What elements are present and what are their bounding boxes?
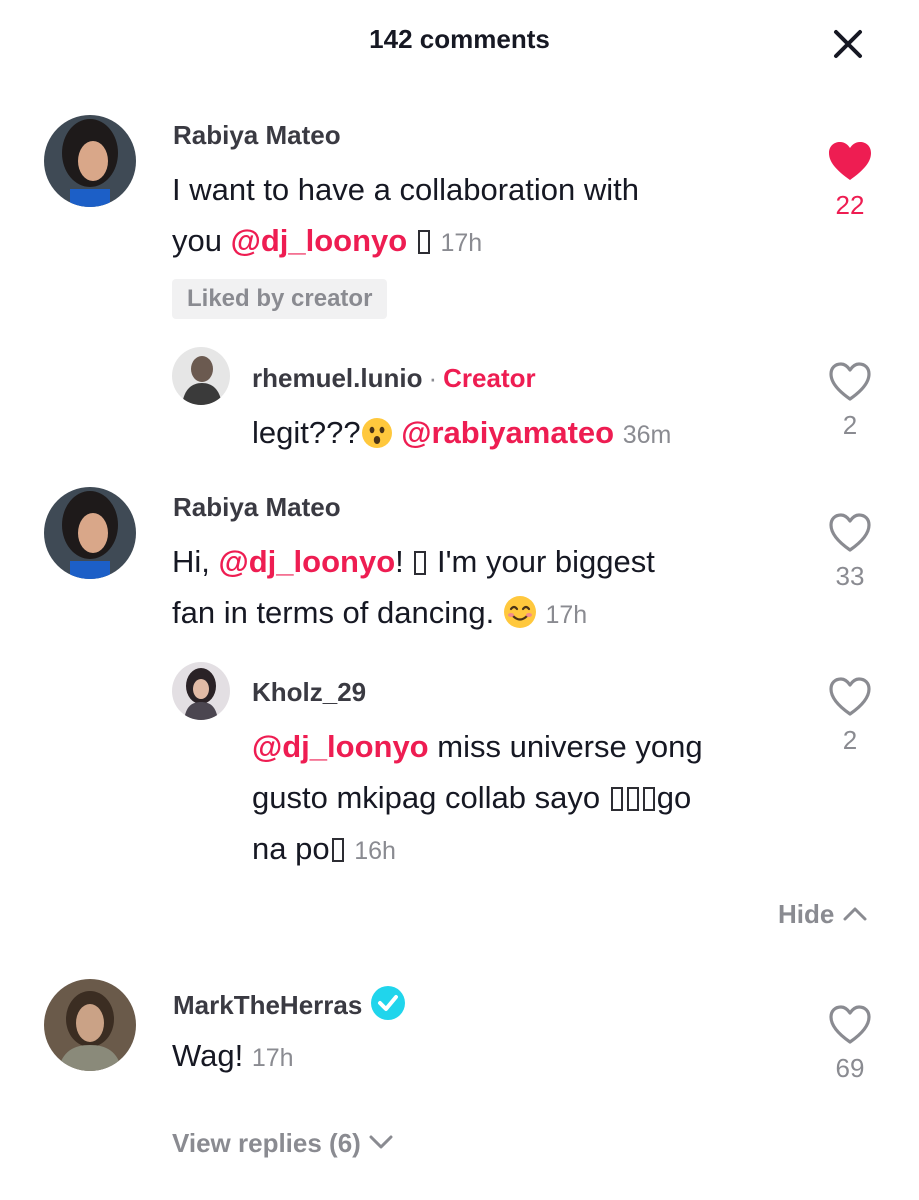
reply-text-fragment: na po [252, 831, 330, 866]
comment-text-fragment: you [172, 223, 222, 258]
like-button[interactable]: 2 [820, 359, 880, 441]
reply-text-fragment: go [656, 780, 692, 815]
hide-replies-button[interactable]: Hide [778, 899, 868, 930]
avatar[interactable] [172, 662, 230, 720]
like-button[interactable]: 69 [820, 1002, 880, 1084]
heart-filled-icon [829, 142, 871, 180]
reply-text-fragment: gusto mkipag collab sayo [252, 780, 601, 815]
missing-emoji-glyph [417, 230, 430, 254]
smiling-face-emoji [503, 596, 536, 628]
comment-username[interactable]: Rabiya Mateo [173, 120, 341, 151]
view-replies-label: View replies (6) [172, 1128, 361, 1158]
chevron-up-icon [843, 907, 867, 921]
comment-text-fragment: Hi, [172, 544, 210, 579]
comment-text: Hi, @dj_loonyo! I'm your biggest fan in … [172, 536, 655, 641]
reply-username[interactable]: Kholz_29 [252, 677, 366, 708]
comment-text-line: Hi, @dj_loonyo! I'm your biggest [172, 536, 655, 587]
reply-text-fragment: miss universe yong [437, 729, 703, 764]
separator-dot: · [428, 363, 438, 393]
missing-emoji-glyph [626, 787, 639, 811]
astonished-face-emoji [361, 418, 392, 448]
avatar[interactable] [172, 347, 230, 405]
comment-text-fragment: I'm your biggest [437, 544, 655, 579]
liked-by-creator-badge: Liked by creator [172, 279, 388, 319]
comment-time: 17h [545, 601, 588, 629]
verified-icon [371, 986, 406, 1020]
avatar[interactable] [44, 979, 136, 1071]
reply-text-line: na po 16h [252, 823, 703, 877]
missing-emoji-glyph [414, 551, 427, 575]
like-count: 2 [842, 725, 858, 755]
comment-text-line: fan in terms of dancing. 17h [172, 587, 655, 641]
comment-text-fragment: Wag! [172, 1038, 244, 1073]
heart-outline-icon [829, 513, 871, 552]
comment-username[interactable]: MarkTheHerras [173, 990, 362, 1020]
reply-time: 16h [354, 837, 396, 865]
close-icon [834, 30, 862, 58]
mention-link[interactable]: @dj_loonyo [252, 729, 429, 764]
comment-username[interactable]: Rabiya Mateo [173, 492, 341, 523]
comment-username-row: MarkTheHerras [173, 985, 406, 1021]
heart-outline-icon [829, 1005, 871, 1044]
mention-link[interactable]: @dj_loonyo [219, 544, 396, 579]
like-count: 2 [842, 410, 858, 440]
missing-emoji-glyph [610, 787, 623, 811]
heart-outline-icon [829, 677, 871, 716]
like-count: 33 [835, 561, 865, 591]
comment-text-fragment: ! [395, 544, 404, 579]
creator-tag: Creator [443, 363, 536, 393]
like-button[interactable]: 22 [820, 139, 880, 221]
like-count: 69 [835, 1053, 865, 1083]
hide-replies-label: Hide [778, 899, 835, 929]
mention-link[interactable]: @rabiyamateo [401, 415, 614, 450]
missing-emoji-glyph [642, 787, 655, 811]
reply-text-line: gusto mkipag collab sayo go [252, 772, 703, 823]
like-button[interactable]: 33 [820, 510, 880, 592]
reply-text: @dj_loonyo miss universe yong gusto mkip… [252, 721, 703, 877]
reply-username-row: rhemuel.lunio · Creator [252, 363, 536, 394]
reply-time: 36m [622, 421, 672, 449]
comment-text: Wag! 17h [172, 1030, 294, 1084]
mention-link[interactable]: @dj_loonyo [231, 223, 408, 258]
comments-count-title: 142 comments [369, 24, 550, 54]
reply-text-line: @dj_loonyo miss universe yong [252, 721, 703, 772]
like-count: 22 [835, 190, 865, 220]
comment-text-line: you @dj_loonyo 17h [172, 215, 639, 269]
like-button[interactable]: 2 [820, 674, 880, 756]
reply-username[interactable]: rhemuel.lunio [252, 363, 422, 393]
chevron-down-icon [369, 1135, 393, 1149]
comment-text-fragment: fan in terms of dancing. [172, 595, 495, 630]
comment-time: 17h [251, 1044, 294, 1072]
avatar[interactable] [44, 487, 136, 579]
missing-emoji-glyph [331, 838, 344, 862]
avatar[interactable] [44, 115, 136, 207]
comment-time: 17h [440, 229, 483, 257]
heart-outline-icon [829, 362, 871, 401]
comment-text: I want to have a collaboration with you … [172, 164, 639, 269]
view-replies-button[interactable]: View replies (6) [172, 1128, 394, 1159]
comment-text-line: I want to have a collaboration with [172, 172, 639, 207]
close-button[interactable] [826, 22, 870, 66]
reply-text: legit??? @rabiyamateo 36m [252, 407, 671, 461]
reply-text-fragment: legit??? [252, 415, 361, 450]
